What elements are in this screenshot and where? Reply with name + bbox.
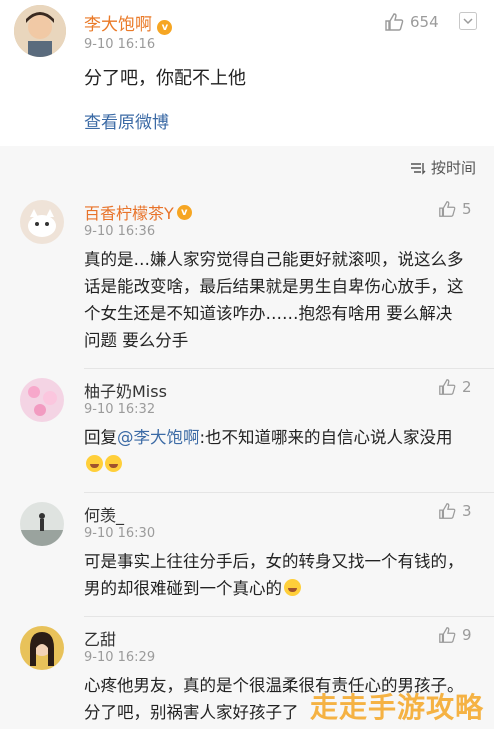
reply-prefix: 回复 xyxy=(84,428,117,447)
comment-like-button[interactable]: 3 xyxy=(438,502,472,520)
commenter-name-text: 百香柠檬茶Y xyxy=(84,204,174,223)
comments-section: 按时间 百香柠檬茶Y v 9-10 16:36 5 真的是…嫌人家穷觉得自己能更… xyxy=(0,146,494,729)
post-like-count: 654 xyxy=(410,13,439,31)
commenter-name-text: 柚子奶Miss xyxy=(84,382,167,401)
comment-time: 9-10 16:36 xyxy=(84,224,156,239)
thumbs-up-icon xyxy=(385,13,404,31)
post-author-name-text: 李大饱啊 xyxy=(84,15,152,35)
post-time: 9-10 16:16 xyxy=(84,37,156,52)
watermark: 走走手游攻略 xyxy=(310,691,485,724)
comment-time: 9-10 16:32 xyxy=(84,402,156,417)
commenter-name-text: 何羡_ xyxy=(84,506,125,525)
comment-like-button[interactable]: 2 xyxy=(438,378,472,396)
vip-badge-icon: v xyxy=(176,204,192,220)
sort-by-time-button[interactable]: 按时间 xyxy=(410,157,476,178)
commenter-name[interactable]: 柚子奶Miss xyxy=(84,378,167,402)
thumbs-up-icon xyxy=(439,627,456,643)
laugh-cry-emoji-icon xyxy=(105,455,122,472)
sad-emoji-icon xyxy=(284,579,301,596)
vip-badge-icon: v xyxy=(157,20,173,35)
commenter-avatar[interactable] xyxy=(20,200,64,244)
comment-text: 回复@李大饱啊:也不知道哪来的自信心说人家没用 xyxy=(84,424,464,478)
sort-label: 按时间 xyxy=(431,159,477,177)
post-like-button[interactable]: 654 xyxy=(384,12,439,32)
thumbs-up-icon xyxy=(439,379,456,395)
divider xyxy=(84,616,494,617)
post-menu-button[interactable] xyxy=(459,12,477,34)
laugh-cry-emoji-icon xyxy=(86,455,103,472)
comment-like-count: 2 xyxy=(462,378,472,396)
reply-text: :也不知道哪来的自信心说人家没用 xyxy=(199,428,453,447)
sort-icon xyxy=(411,162,426,175)
divider xyxy=(84,492,494,493)
post-author-name[interactable]: 李大饱啊 v xyxy=(84,10,173,35)
post-author-avatar[interactable] xyxy=(14,5,66,57)
comment-time: 9-10 16:29 xyxy=(84,650,156,665)
post-text: 分了吧，你配不上他 xyxy=(84,68,246,89)
comment-like-button[interactable]: 5 xyxy=(438,200,472,218)
thumbs-up-icon xyxy=(439,503,456,519)
comment-text: 真的是…嫌人家穷觉得自己能更好就滚呗，说这么多话是能改变啥，最后结果就是男生自卑… xyxy=(84,250,464,350)
chevron-down-icon xyxy=(459,12,477,30)
mention-link[interactable]: @李大饱啊 xyxy=(117,428,200,447)
commenter-name[interactable]: 乙甜 xyxy=(84,626,116,650)
commenter-name[interactable]: 百香柠檬茶Y v xyxy=(84,200,192,224)
comment-like-count: 3 xyxy=(462,502,472,520)
comment-text-body: 可是事实上往往分手后，女的转身又找一个有钱的，男的却很难碰到一个真心的 xyxy=(84,552,464,598)
comment-like-count: 5 xyxy=(462,200,472,218)
commenter-avatar[interactable] xyxy=(20,378,64,422)
commenter-avatar[interactable] xyxy=(20,502,64,546)
commenter-avatar[interactable] xyxy=(20,626,64,670)
thumbs-up-icon xyxy=(439,201,456,217)
comment-like-button[interactable]: 9 xyxy=(438,626,472,644)
main-post: 李大饱啊 v 9-10 16:16 654 分了吧，你配不上他 查看原微博 xyxy=(0,0,494,146)
divider xyxy=(84,368,494,369)
commenter-name[interactable]: 何羡_ xyxy=(84,502,124,526)
comment-text: 可是事实上往往分手后，女的转身又找一个有钱的，男的却很难碰到一个真心的 xyxy=(84,548,464,602)
comment-like-count: 9 xyxy=(462,626,472,644)
view-original-link[interactable]: 查看原微博 xyxy=(84,108,169,133)
comment-time: 9-10 16:30 xyxy=(84,526,156,541)
commenter-name-text: 乙甜 xyxy=(84,630,117,649)
